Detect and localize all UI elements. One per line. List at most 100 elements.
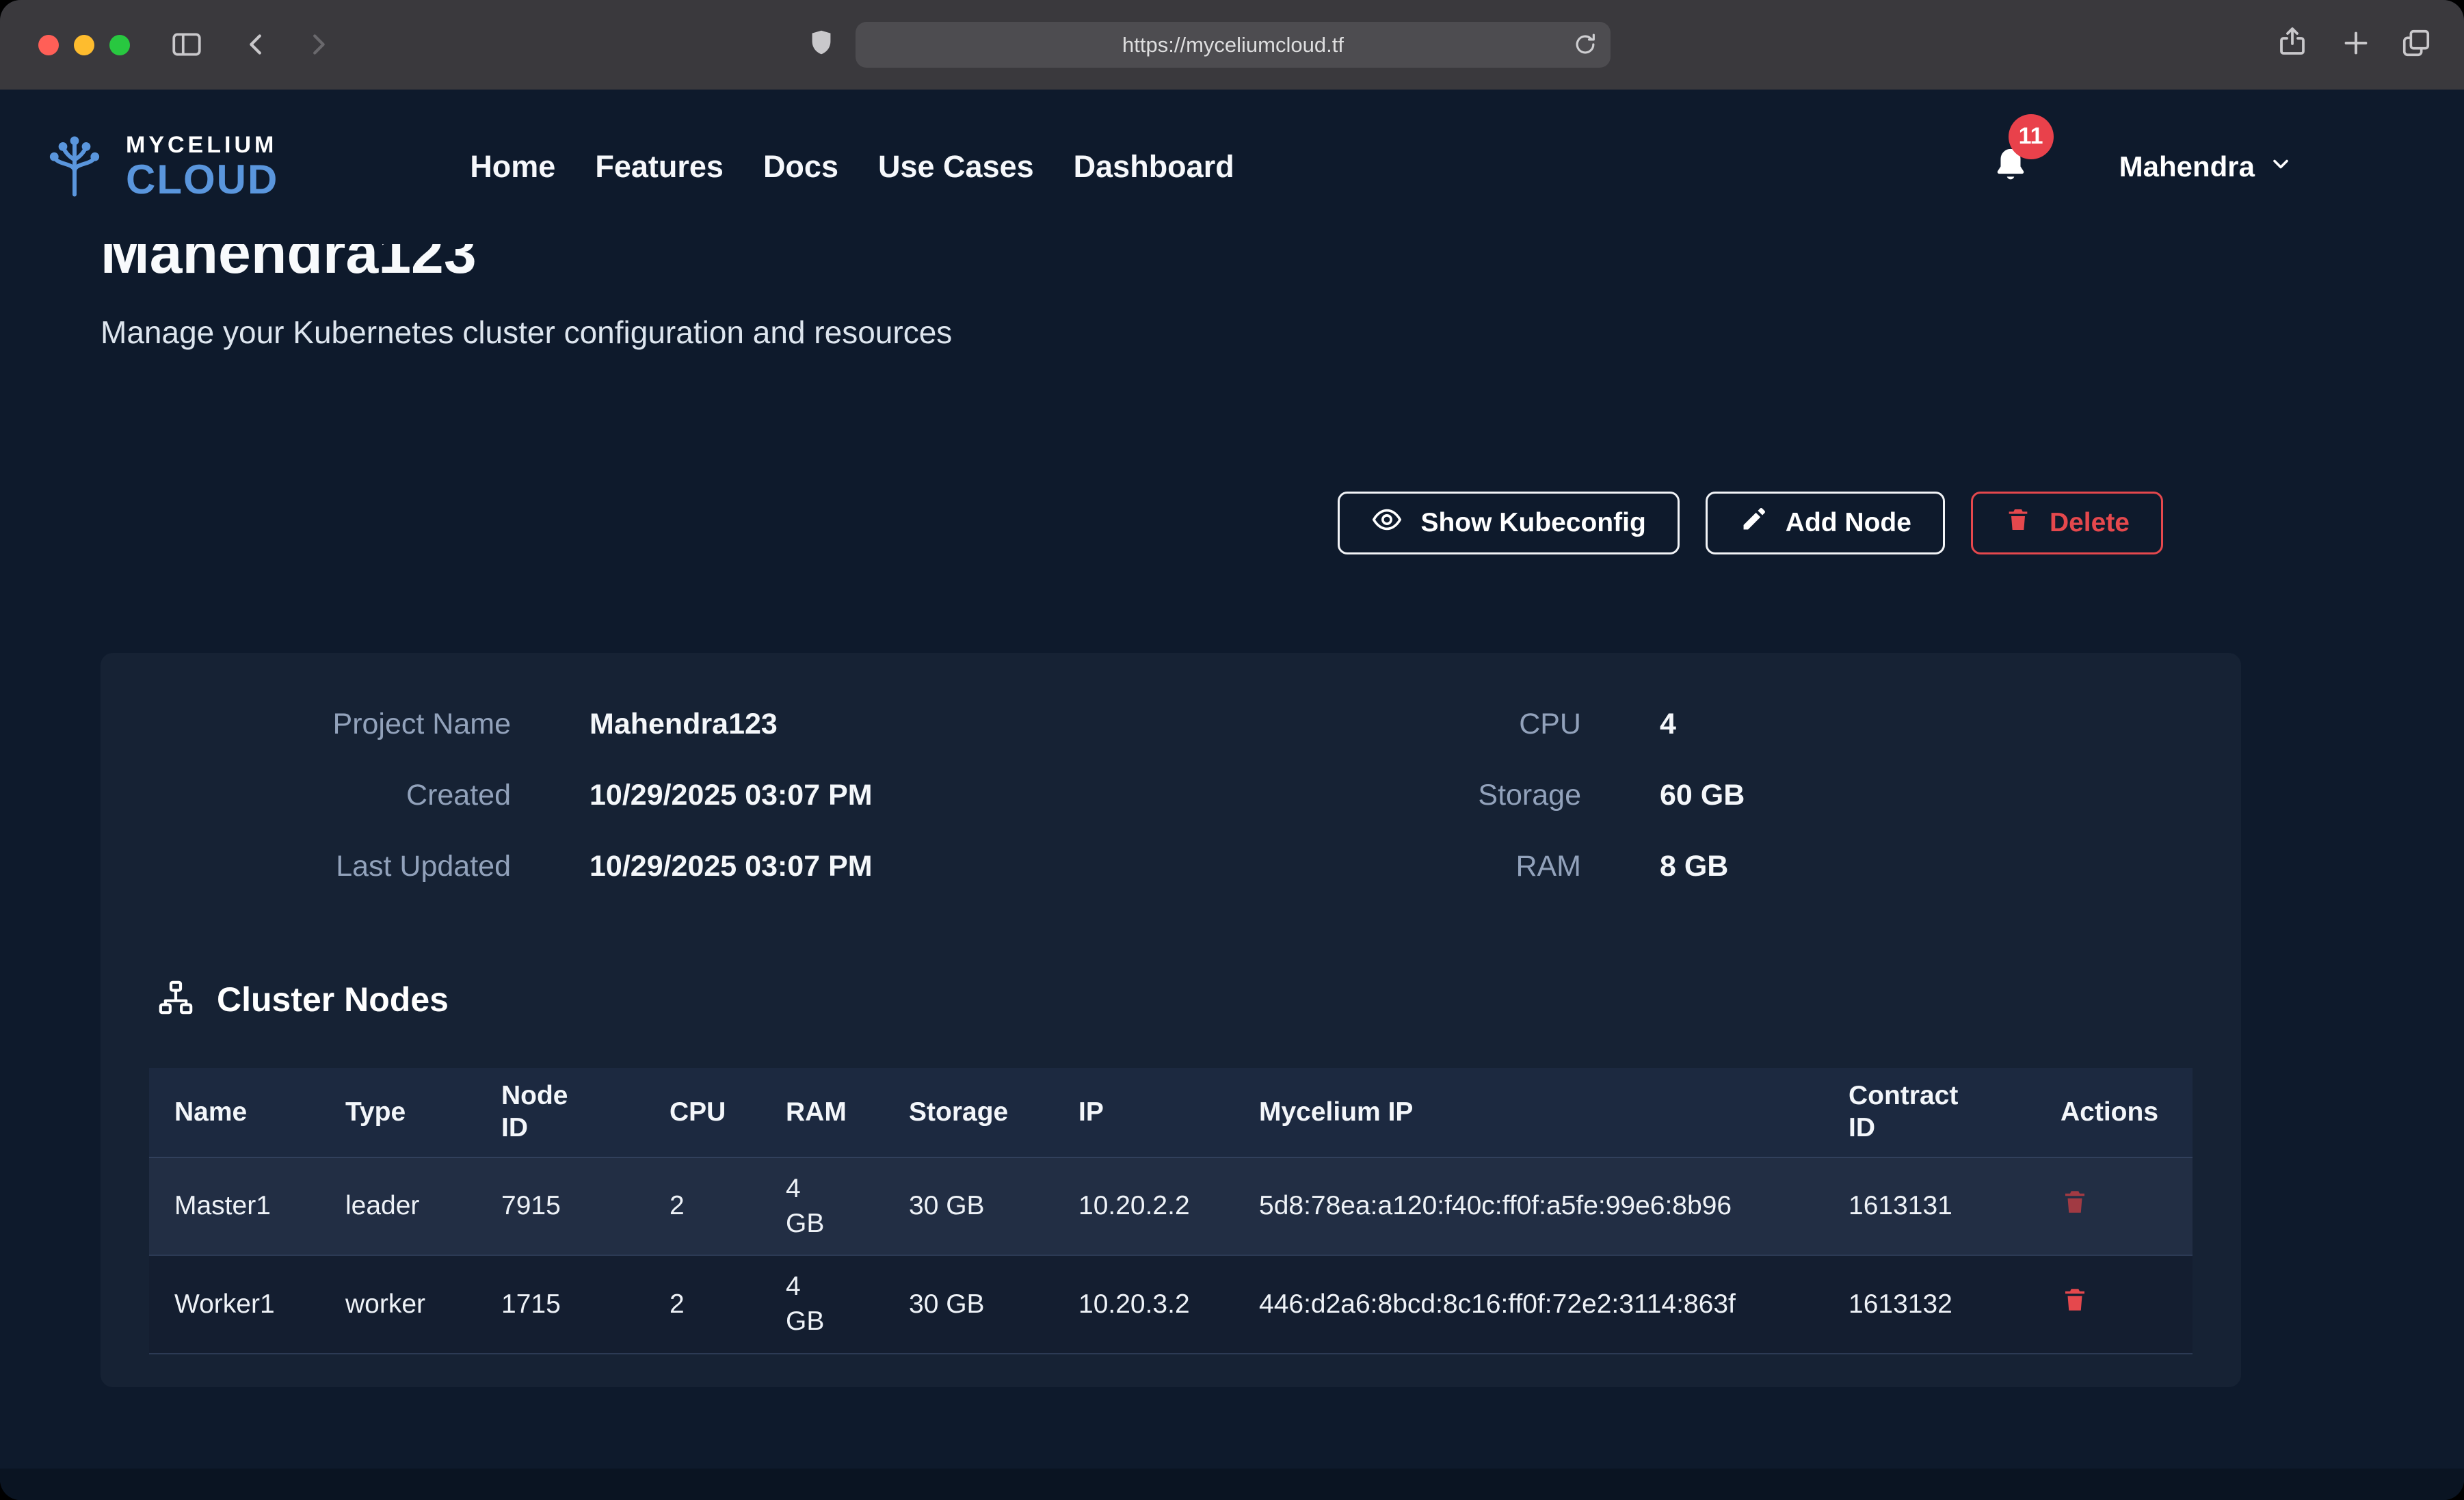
- cell-name: Worker1: [149, 1255, 320, 1353]
- forward-icon[interactable]: [302, 29, 334, 60]
- traffic-lights: [38, 35, 130, 55]
- chevron-down-icon: [2268, 150, 2293, 183]
- tab-overview-icon[interactable]: [2400, 27, 2432, 59]
- show-kubeconfig-button[interactable]: Show Kubeconfig: [1338, 492, 1679, 554]
- cell-node-id: 1715: [476, 1255, 644, 1353]
- notification-badge: 11: [2009, 114, 2054, 159]
- col-contract-id-label: Contract ID: [1849, 1080, 1973, 1144]
- cluster-summary-card: Project Name Mahendra123 Created 10/29/2…: [101, 653, 2241, 1387]
- site-header: MYCELIUM CLOUD Home Features Docs Use Ca…: [0, 90, 2464, 244]
- table-row: Worker1 worker 1715 2 4 GB 30 GB 10.20.3…: [149, 1255, 2193, 1353]
- cell-ram: 4 GB: [760, 1255, 884, 1353]
- cell-contract-id: 1613132: [1823, 1255, 2035, 1353]
- url-text: https://myceliumcloud.tf: [1122, 33, 1344, 57]
- cluster-nodes-table: Name Type Node ID CPU RAM Storage IP Myc…: [149, 1068, 2193, 1354]
- mycelium-tree-icon: [40, 131, 109, 204]
- add-node-button[interactable]: Add Node: [1706, 492, 1945, 554]
- trash-icon: [2004, 506, 2032, 540]
- new-tab-icon[interactable]: [2340, 27, 2372, 59]
- info-row-created: Created 10/29/2025 03:07 PM: [101, 760, 1171, 831]
- table-row: Master1 leader 7915 2 4 GB 30 GB 10.20.2…: [149, 1157, 2193, 1255]
- col-ip: IP: [1053, 1068, 1234, 1157]
- user-menu[interactable]: Mahendra: [2119, 150, 2293, 183]
- pencil-icon: [1739, 505, 1768, 541]
- zoom-window-button[interactable]: [109, 35, 130, 55]
- cluster-nodes-heading: Cluster Nodes: [157, 978, 2241, 1020]
- minimize-window-button[interactable]: [74, 35, 94, 55]
- col-contract-id: Contract ID: [1823, 1068, 2035, 1157]
- sitemap-icon: [157, 978, 195, 1020]
- cell-contract-id: 1613131: [1823, 1157, 2035, 1255]
- storage-value: 60 GB: [1660, 779, 2241, 812]
- project-name-value: Mahendra123: [589, 708, 1171, 741]
- nav-docs[interactable]: Docs: [763, 149, 838, 185]
- col-type: Type: [320, 1068, 476, 1157]
- main-nav: Home Features Docs Use Cases Dashboard: [470, 149, 1234, 185]
- show-kubeconfig-label: Show Kubeconfig: [1420, 508, 1645, 538]
- brand-line2: CLOUD: [126, 159, 278, 200]
- cell-actions: [2035, 1255, 2193, 1353]
- cell-ram: 4 GB: [760, 1157, 884, 1255]
- ram-value: 8 GB: [1660, 850, 2241, 883]
- page-subtitle: Manage your Kubernetes cluster configura…: [101, 314, 2464, 351]
- cluster-actions: Show Kubeconfig Add Node Delete: [101, 492, 2163, 554]
- brand-line1: MYCELIUM: [126, 133, 278, 157]
- nav-dashboard[interactable]: Dashboard: [1074, 149, 1234, 185]
- cell-mycelium-ip: 5d8:78ea:a120:f40c:ff0f:a5fe:99e6:8b96: [1234, 1157, 1823, 1255]
- cell-actions: [2035, 1157, 2193, 1255]
- add-node-label: Add Node: [1786, 508, 1911, 538]
- cpu-value: 4: [1660, 708, 2241, 741]
- privacy-shield-icon[interactable]: [806, 27, 837, 59]
- browser-window: https://myceliumcloud.tf: [0, 0, 2464, 1500]
- cell-mycelium-ip: 446:d2a6:8bcd:8c16:ff0f:72e2:3114:863f: [1234, 1255, 1823, 1353]
- nav-use-cases[interactable]: Use Cases: [878, 149, 1034, 185]
- nav-features[interactable]: Features: [595, 149, 724, 185]
- ram-value: 4 GB: [786, 1172, 839, 1241]
- cell-storage: 30 GB: [884, 1255, 1053, 1353]
- cell-type: worker: [320, 1255, 476, 1353]
- close-window-button[interactable]: [38, 35, 59, 55]
- brand-name: MYCELIUM CLOUD: [126, 133, 278, 200]
- cell-cpu: 2: [644, 1157, 760, 1255]
- table-header-row: Name Type Node ID CPU RAM Storage IP Myc…: [149, 1068, 2193, 1157]
- brand-logo[interactable]: MYCELIUM CLOUD: [40, 131, 278, 204]
- address-bar[interactable]: https://myceliumcloud.tf: [856, 22, 1611, 68]
- cell-storage: 30 GB: [884, 1157, 1053, 1255]
- col-node-id-label: Node ID: [501, 1080, 582, 1144]
- header-right: 11 Mahendra: [1991, 146, 2293, 189]
- cluster-nodes-title: Cluster Nodes: [217, 980, 449, 1019]
- bell-icon: [1991, 176, 2030, 188]
- ram-value: 4 GB: [786, 1270, 839, 1339]
- back-icon[interactable]: [241, 29, 272, 60]
- project-name-label: Project Name: [101, 708, 511, 741]
- info-row-project-name: Project Name Mahendra123: [101, 688, 1171, 760]
- info-row-last-updated: Last Updated 10/29/2025 03:07 PM: [101, 831, 1171, 902]
- cell-name: Master1: [149, 1157, 320, 1255]
- delete-node-button[interactable]: [2061, 1285, 2089, 1316]
- cell-ip: 10.20.3.2: [1053, 1255, 1234, 1353]
- delete-cluster-button[interactable]: Delete: [1971, 492, 2163, 554]
- share-icon[interactable]: [2276, 25, 2309, 57]
- sidebar-toggle-icon[interactable]: [170, 27, 204, 62]
- eye-icon: [1371, 504, 1403, 542]
- mycelium-ip-value: 5d8:78ea:a120:f40c:ff0f:a5fe:99e6:8b96: [1259, 1189, 1732, 1224]
- info-left-column: Project Name Mahendra123 Created 10/29/2…: [101, 688, 1171, 902]
- notifications-button[interactable]: 11: [1991, 146, 2030, 189]
- cell-type: leader: [320, 1157, 476, 1255]
- info-right-column: CPU 4 Storage 60 GB RAM 8 GB: [1171, 688, 2241, 902]
- page-footer: [0, 1469, 2464, 1500]
- delete-node-button[interactable]: [2061, 1188, 2089, 1218]
- delete-label: Delete: [2050, 508, 2130, 538]
- info-row-cpu: CPU 4: [1171, 688, 2241, 760]
- browser-toolbar: https://myceliumcloud.tf: [0, 0, 2464, 90]
- user-name: Mahendra: [2119, 150, 2255, 183]
- info-row-ram: RAM 8 GB: [1171, 831, 2241, 902]
- col-mycelium-ip: Mycelium IP: [1234, 1068, 1823, 1157]
- last-updated-value: 10/29/2025 03:07 PM: [589, 850, 1171, 883]
- col-storage: Storage: [884, 1068, 1053, 1157]
- cell-node-id: 7915: [476, 1157, 644, 1255]
- reload-icon[interactable]: [1572, 31, 1598, 63]
- ram-label: RAM: [1171, 850, 1581, 883]
- cpu-label: CPU: [1171, 708, 1581, 741]
- nav-home[interactable]: Home: [470, 149, 555, 185]
